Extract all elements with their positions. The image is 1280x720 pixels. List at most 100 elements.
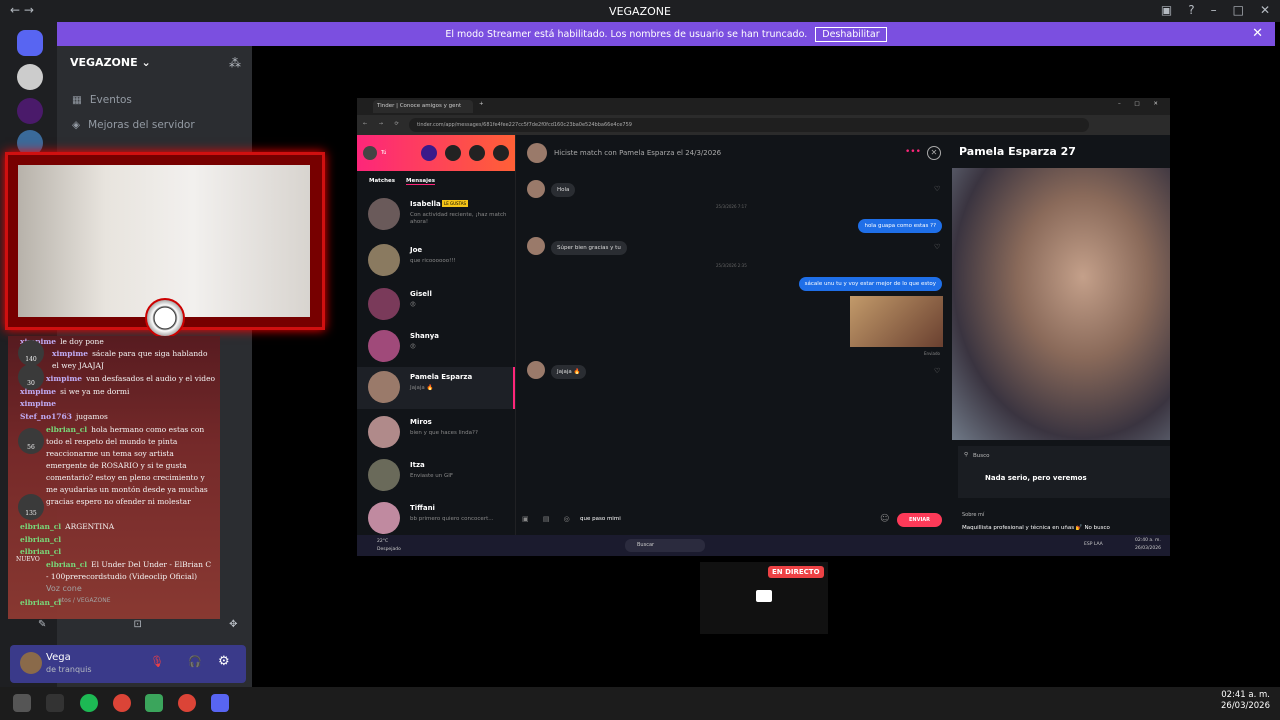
server-icon[interactable]: [17, 98, 43, 124]
tinder-header: Tú: [357, 135, 515, 171]
chrome-icon[interactable]: [178, 694, 196, 712]
tab-messages[interactable]: Mensajes: [406, 178, 435, 185]
discord-home-icon[interactable]: [17, 30, 43, 56]
chat-line: ximpime: [8, 398, 220, 410]
match-item[interactable]: Joe que ricoooooo!!!: [366, 240, 515, 282]
sent-gif-image[interactable]: [850, 296, 943, 347]
window-controls[interactable]: ▣? – □ ✕: [1161, 3, 1270, 17]
match-preview: Con actividad reciente, ¡haz match ahora…: [410, 212, 507, 225]
avatar: 135: [18, 494, 44, 520]
url-text: tinder.com/app/messages/681fe4fee227cc5f…: [417, 122, 632, 128]
disable-streamer-button[interactable]: Deshabilitar: [815, 26, 887, 42]
start-icon[interactable]: [13, 694, 31, 712]
browser-tab[interactable]: Tinder | Conoce amigos y gent: [373, 100, 473, 113]
server-name-header[interactable]: VEGAZONE ⌄: [70, 56, 151, 69]
voice-controls[interactable]: ✎ ⊡ ✥: [38, 619, 280, 630]
server-icon[interactable]: [17, 64, 43, 90]
chat-line: Stef_no1763 jugamos: [8, 411, 220, 423]
chat-user: ximpime: [20, 387, 57, 396]
avatar: [368, 244, 400, 276]
help-icon[interactable]: ?: [1188, 3, 1194, 17]
avatar: [368, 330, 400, 362]
profile-photo[interactable]: [952, 168, 1170, 440]
close-chat-icon[interactable]: ✕: [927, 146, 941, 160]
channel-events[interactable]: ▦ Eventos: [72, 94, 132, 106]
mute-mic-icon[interactable]: 🎙: [150, 655, 164, 668]
settings-gear-icon[interactable]: ⚙: [218, 654, 230, 669]
more-options-icon[interactable]: •••: [905, 147, 921, 157]
minimize-icon[interactable]: –: [1211, 3, 1217, 17]
message-in: Jajaja 🔥: [551, 365, 587, 379]
match-preview: que ricoooooo!!!: [410, 258, 456, 264]
live-preview[interactable]: EN DIRECTO: [700, 562, 828, 634]
task-view-icon[interactable]: [46, 694, 64, 712]
match-item[interactable]: Gisell 😡: [366, 284, 515, 326]
back-forward-icons[interactable]: ← →: [10, 3, 34, 17]
avatar: [368, 198, 400, 230]
chat-user: elbrian_cl: [20, 522, 62, 531]
chat-user: elbrian_cl: [20, 547, 62, 556]
chat-line: elbrian_cl hola hermano como estas con to…: [8, 424, 213, 508]
match-name: Gisell: [410, 290, 432, 298]
composer-tools[interactable]: ▣ ▤ ◎: [522, 515, 576, 523]
match-item[interactable]: Miros bien y que haces linda??: [366, 412, 515, 454]
send-button[interactable]: ENVIAR: [897, 513, 942, 527]
match-name: Isabella: [410, 200, 441, 208]
about-text: Maquillista profesional y técnica en uña…: [962, 525, 1110, 531]
deafen-icon[interactable]: 🎧: [188, 655, 202, 668]
boost-icon[interactable]: [421, 145, 437, 161]
match-item[interactable]: Tiffani bb primero quiero concocert...: [366, 498, 515, 540]
chat-text: si we ya me dormi: [60, 387, 130, 396]
new-tab-icon[interactable]: +: [479, 101, 484, 107]
spotify-icon[interactable]: [80, 694, 98, 712]
chat-line: elbrian_cl ARGENTINA: [8, 521, 220, 533]
message-input[interactable]: que paso mimi: [580, 516, 621, 522]
streamer-mode-banner: El modo Streamer está habilitado. Los no…: [57, 22, 1275, 46]
looking-for-card: ⚲ Busco Nada serio, pero veremos: [958, 446, 1170, 498]
language-indicator: ESP LAA: [1084, 542, 1103, 547]
match-item[interactable]: Shanya 😡: [366, 326, 515, 368]
inner-clock-date: 26/03/2026: [1135, 546, 1161, 551]
avatar: [527, 180, 545, 198]
shield-icon[interactable]: [493, 145, 509, 161]
my-profile-label[interactable]: Tú: [381, 150, 386, 156]
chat-line: elbrian_cl El Under Del Under - ElBrian C…: [8, 559, 213, 583]
clock-date: 26/03/2026: [1221, 701, 1270, 711]
invite-icon[interactable]: ⁂: [229, 56, 241, 70]
tab-matches[interactable]: Matches: [369, 178, 395, 184]
calendar-icon: ▦: [72, 94, 82, 106]
screen-share-icon: [756, 590, 772, 602]
taskbar-search[interactable]: Buscar: [625, 539, 705, 552]
chrome-icon[interactable]: [113, 694, 131, 712]
emoji-icon[interactable]: ☺: [880, 514, 889, 524]
close-icon[interactable]: ✕: [1260, 3, 1270, 17]
avatar[interactable]: [363, 146, 377, 160]
window-controls[interactable]: – □ ✕: [1118, 101, 1164, 107]
avatar[interactable]: [20, 652, 42, 674]
discord-icon[interactable]: [211, 694, 229, 712]
webcam-feed: [18, 165, 310, 317]
streamer-mode-text: El modo Streamer está habilitado. Los no…: [445, 28, 808, 40]
explore-icon[interactable]: [445, 145, 461, 161]
channel-boosts[interactable]: ◈ Mejoras del servidor: [72, 119, 195, 131]
tab-title: Tinder | Conoce amigos y gent: [377, 103, 462, 109]
sent-status: Enviado: [924, 351, 940, 356]
address-bar[interactable]: tinder.com/app/messages/681fe4fee227cc5f…: [409, 118, 1089, 132]
chat-text: van desfasados el audio y el video: [86, 374, 216, 383]
match-item[interactable]: Isabella LE GUSTAS Con actividad reciente,…: [366, 194, 515, 236]
like-heart-icon[interactable]: ♡: [934, 185, 940, 193]
server-name: VEGAZONE: [70, 56, 138, 69]
nav-icons[interactable]: ← → ⟳: [363, 121, 404, 127]
app-icon[interactable]: [145, 694, 163, 712]
briefcase-icon[interactable]: [469, 145, 485, 161]
like-heart-icon[interactable]: ♡: [934, 243, 940, 251]
match-item-active[interactable]: Pamela Esparza Jajaja 🔥: [357, 367, 515, 409]
maximize-icon[interactable]: □: [1233, 3, 1244, 17]
avatar[interactable]: [527, 143, 547, 163]
inbox-icon[interactable]: ▣: [1161, 3, 1172, 17]
like-heart-icon[interactable]: ♡: [934, 367, 940, 375]
match-item[interactable]: Itza Enviaste un GIF: [366, 455, 515, 497]
message-out: hola guapa como estas ??: [858, 219, 942, 233]
close-banner-icon[interactable]: ✕: [1252, 26, 1263, 41]
username: Vega: [46, 652, 71, 663]
